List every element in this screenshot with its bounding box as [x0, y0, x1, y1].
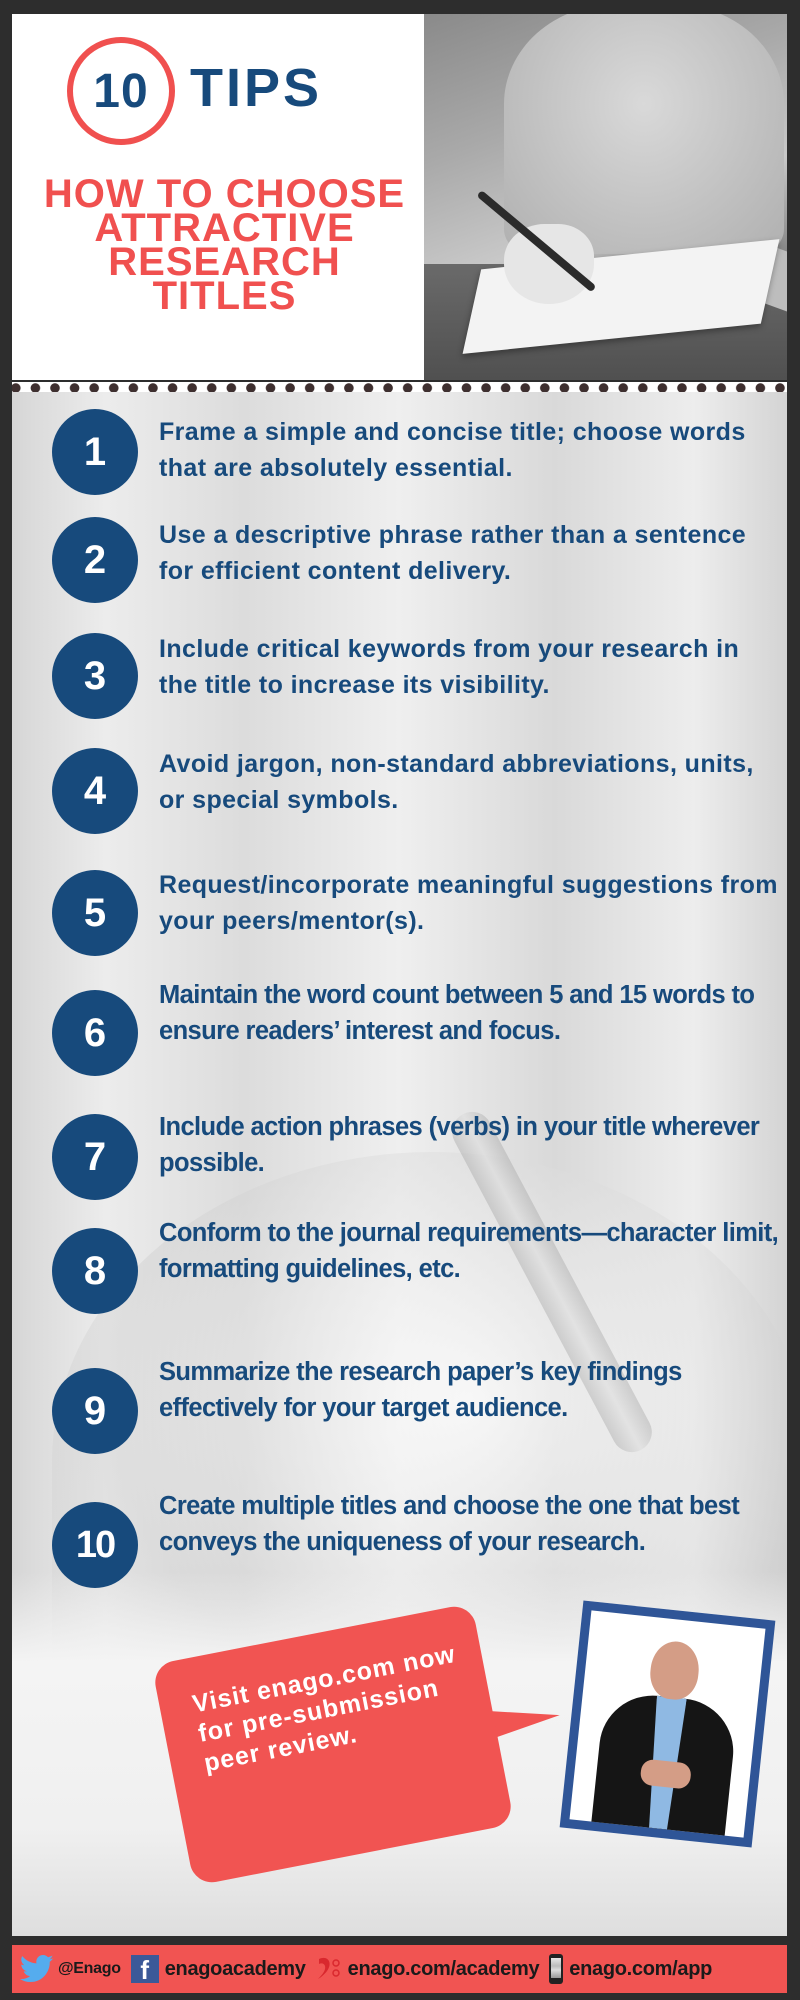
tip-number-badge: 1 [52, 409, 138, 495]
app-url: enago.com/app [569, 1957, 713, 1980]
tip-text: Avoid jargon, non-standard abbreviations… [159, 750, 754, 814]
facebook-link[interactable]: f enagoacademy [130, 1955, 306, 1983]
presenter-photo [559, 1600, 776, 1848]
tip-number-badge: 8 [52, 1228, 138, 1314]
tip-number-badge: 4 [52, 748, 138, 834]
twitter-icon [20, 1954, 54, 1983]
title-line-3: RESEARCH TITLES [108, 240, 341, 318]
photo-hand [504, 224, 594, 304]
tip-number-badge: 10 [52, 1502, 138, 1588]
tip-text: Summarize the research paper’s key findi… [159, 1358, 682, 1422]
twitter-handle: @Enago [58, 1960, 121, 1977]
tip-text: Request/incorporate meaningful suggestio… [159, 871, 778, 935]
tip-text: Frame a simple and concise title; choose… [159, 418, 746, 482]
page-title: HOW TO CHOOSE ATTRACTIVE RESEARCH TITLES [32, 174, 417, 318]
tip-number-badge: 7 [52, 1114, 138, 1200]
tip-number-badge: 2 [52, 517, 138, 603]
social-footer: @Enago f enagoacademy enago.com/academy … [12, 1945, 787, 1993]
academy-url: enago.com/academy [347, 1957, 540, 1980]
tips-heading: TIPS [190, 58, 323, 118]
facebook-handle: enagoacademy [164, 1957, 306, 1980]
tip-text: Use a descriptive phrase rather than a s… [159, 521, 747, 585]
header-panel: 10 TIPS HOW TO CHOOSE ATTRACTIVE RESEARC… [12, 14, 424, 380]
tip-number-badge: 5 [52, 870, 138, 956]
app-link[interactable]: enago.com/app [549, 1954, 712, 1984]
twitter-link[interactable]: @Enago [20, 1954, 121, 1984]
tip-text: Include action phrases (verbs) in your t… [159, 1113, 760, 1177]
facebook-icon: f [130, 1955, 159, 1983]
tip-text: Include critical keywords from your rese… [159, 635, 740, 699]
enago-academy-icon [317, 1957, 340, 1979]
tip-text: Maintain the word count between 5 and 15… [159, 981, 755, 1045]
presenter-head [647, 1639, 702, 1702]
tip-text: Create multiple titles and choose the on… [159, 1492, 740, 1556]
photo-shirt [504, 14, 784, 254]
academy-link[interactable]: enago.com/academy [316, 1955, 540, 1983]
ten-number: 10 [93, 64, 149, 118]
writing-hand-photo [424, 14, 787, 380]
tip-number-badge: 3 [52, 633, 138, 719]
tip-number-badge: 9 [52, 1368, 138, 1454]
phone-icon [549, 1954, 564, 1984]
tip-text: Conform to the journal requirements—char… [159, 1219, 779, 1283]
tip-number-badge: 6 [52, 990, 138, 1076]
ten-badge: 10 [67, 37, 175, 145]
